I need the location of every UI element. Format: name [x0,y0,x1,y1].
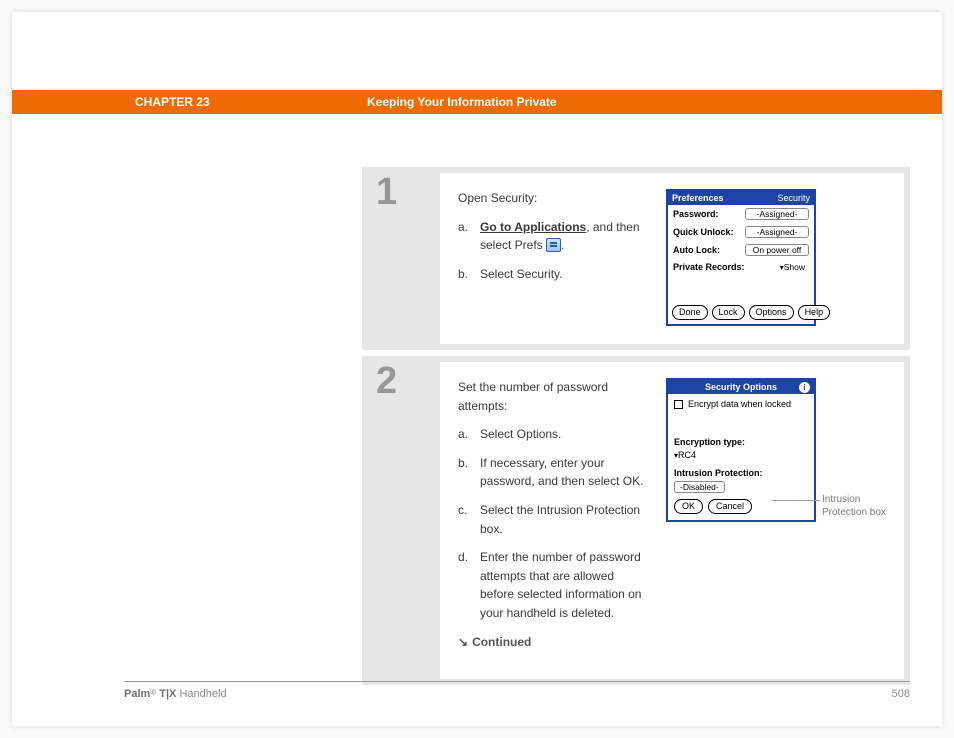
palm-dialog-buttons: OK Cancel [674,499,808,514]
substep: b. Select Security. [458,265,648,284]
palm-row: Quick Unlock: -Assigned- [668,223,814,241]
substep-text: Select the Intrusion Protection box. [480,501,648,538]
go-to-applications-link[interactable]: Go to Applications [480,220,586,234]
substep-text: If necessary, enter your password, and t… [480,454,648,491]
palm-title-right: Security [777,193,810,203]
substep-text: Enter the number of password attempts th… [480,548,648,622]
palm-options-button[interactable]: Options [749,305,794,320]
palm-title-bar: Preferences Security [668,191,814,205]
encrypt-checkbox-row: Encrypt data when locked [674,399,808,409]
palm-row-value: -Assigned- [745,208,809,220]
palm-row: Password: -Assigned- [668,205,814,223]
info-icon: i [799,382,810,393]
step: 2 Set the number of password attempts: a… [362,356,910,685]
substep-label: c. [458,501,470,538]
checkbox-label: Encrypt data when locked [688,399,791,409]
palm-row-value: On power off [745,244,809,256]
substep-tail: . [561,238,564,252]
checkbox-icon[interactable] [674,400,683,409]
cancel-button[interactable]: Cancel [708,499,752,514]
chapter-label: CHAPTER 23 [135,95,210,109]
product-name: Palm® T|X Handheld [124,688,227,700]
step-number: 1 [362,167,440,350]
palm-row-value: -Assigned- [745,226,809,238]
palm-help-button[interactable]: Help [798,305,831,320]
encryption-type-label: Encryption type: [674,437,808,447]
substep-label: a. [458,218,470,255]
substep: b. If necessary, enter your password, an… [458,454,648,491]
page-footer: Palm® T|X Handheld 508 [124,681,910,700]
page-number: 508 [892,688,910,700]
step-intro: Open Security: [458,189,648,208]
chapter-title: Keeping Your Information Private [367,95,557,109]
substep-label: a. [458,425,470,444]
step-number: 2 [362,356,440,685]
palm-lock-button[interactable]: Lock [712,305,745,320]
intrusion-protection-label: Intrusion Protection: [674,468,808,478]
palm-title-left: Preferences [672,193,724,203]
callout-label: Intrusion Protection box [822,493,902,519]
callout-leader-line [772,500,820,501]
substep-label: b. [458,265,470,284]
ok-button[interactable]: OK [674,499,703,514]
step-intro: Set the number of password attempts: [458,378,648,415]
step-list: 1 Open Security: a. Go to Applications, … [362,167,910,691]
step: 1 Open Security: a. Go to Applications, … [362,167,910,350]
palm-row-key: Password: [673,209,719,219]
substep-label: b. [458,454,470,491]
palm-row-value: Show [776,262,809,272]
substep: a. Select Options. [458,425,648,444]
palm-dialog-title: Security Options i [668,380,814,394]
substep: c. Select the Intrusion Protection box. [458,501,648,538]
palm-button-row: Done Lock Options Help [668,301,814,324]
substep: d. Enter the number of password attempts… [458,548,648,622]
palm-row-key: Private Records: [673,262,745,272]
substep: a. Go to Applications, and then select P… [458,218,648,255]
substep-text: Select Security. [480,265,562,284]
chapter-header-band: CHAPTER 23 Keeping Your Information Priv… [12,90,942,114]
continued-indicator: ↘Continued [458,633,648,652]
intrusion-protection-value[interactable]: -Disabled- [674,481,725,493]
continued-arrow-icon: ↘ [458,635,468,649]
palm-row-key: Auto Lock: [673,245,720,255]
prefs-icon [546,238,561,252]
palm-row: Private Records: Show [668,259,814,275]
substep-text: Select Options. [480,425,561,444]
palm-row-key: Quick Unlock: [673,227,734,237]
palm-row: Auto Lock: On power off [668,241,814,259]
substep-label: d. [458,548,470,622]
palm-done-button[interactable]: Done [672,305,708,320]
preferences-screenshot: Preferences Security Password: -Assigned… [666,189,816,326]
encryption-type-value[interactable]: RC4 [674,450,808,460]
